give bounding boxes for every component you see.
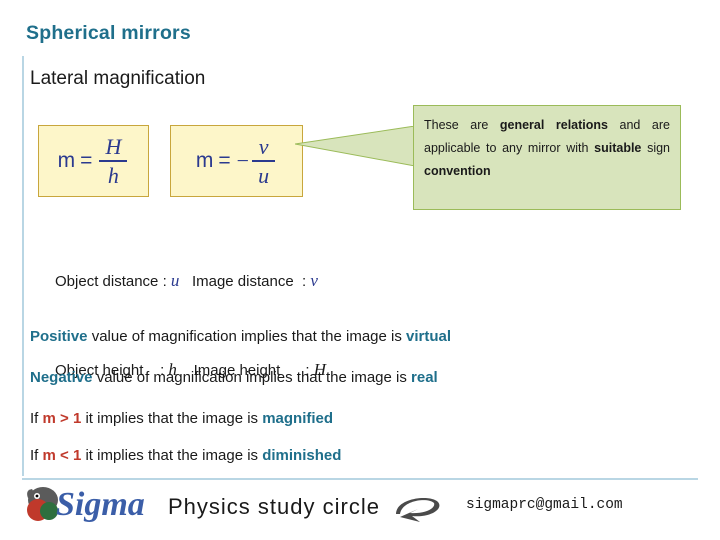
formula-box-magnification-heights: m = H h: [38, 125, 149, 197]
callout-text-3: mirror with: [527, 141, 595, 156]
statement-middle: it implies that the image is: [81, 410, 263, 427]
fraction-denominator: h: [107, 163, 119, 188]
fraction: H h: [99, 133, 128, 188]
formula-content: m = − v u: [171, 126, 302, 196]
formula-equals: =: [80, 149, 93, 172]
fraction-bar: [99, 160, 128, 162]
statement-tail: virtual: [406, 328, 452, 345]
fraction: v u: [252, 133, 276, 188]
statement-middle: it implies that the image is: [81, 447, 263, 464]
formula-expression: m = − v u: [196, 135, 277, 187]
callout-box: These are general relations and are appl…: [413, 105, 681, 210]
statement-lead: If: [30, 410, 43, 427]
formula-minus-sign: −: [236, 148, 250, 173]
statement-m-less-than-one: If m < 1 it implies that the image is di…: [30, 447, 341, 464]
footer-divider: [22, 478, 698, 480]
fraction-bar: [252, 160, 276, 162]
formula-expression: m = H h: [58, 135, 130, 187]
definition-label-object-distance: Object distance: [55, 272, 159, 290]
formula-lhs: m: [57, 149, 76, 172]
formula-equals: =: [218, 149, 231, 172]
fraction-denominator: u: [258, 163, 270, 188]
statement-middle: value of magnification implies that the …: [87, 328, 407, 345]
callout-text-1: These are: [424, 118, 500, 132]
statement-middle: value of magnification implies that the …: [92, 369, 412, 386]
slide: Spherical mirrors Lateral magnification …: [0, 0, 720, 540]
section-subtitle: Lateral magnification: [30, 68, 206, 89]
swoosh-arrow-icon: [396, 498, 440, 522]
left-accent-rule: [22, 56, 24, 476]
fraction-numerator: v: [258, 133, 269, 159]
formula-lhs: m: [195, 149, 214, 172]
statement-lead: If: [30, 447, 43, 464]
statement-tail: magnified: [262, 410, 334, 427]
statement-m-greater-than-one: If m > 1 it implies that the image is ma…: [30, 410, 333, 427]
callout-text-bold-2: suitable: [594, 141, 642, 156]
callout-text-bold-3: convention: [424, 164, 491, 179]
callout-text-bold-1: general relations: [499, 118, 608, 132]
definition-symbol-v: v: [310, 270, 318, 290]
contact-email: sigmaprc@gmail.com: [466, 497, 623, 513]
brand-tagline: Physics study circle: [168, 494, 380, 519]
statement-tail: diminished: [262, 447, 342, 464]
statement-positive-magnification: Positive value of magnification implies …: [30, 328, 451, 345]
statement-tail: real: [411, 369, 438, 386]
formula-box-magnification-distances: m = − v u: [170, 125, 303, 197]
statement-lead: Negative: [30, 369, 93, 386]
page-title: Spherical mirrors: [26, 22, 191, 44]
statement-condition: m < 1: [42, 447, 82, 464]
callout-text-4: sign: [641, 141, 670, 156]
statement-lead: Positive: [30, 328, 88, 345]
formula-content: m = H h: [39, 126, 148, 196]
statement-condition: m > 1: [42, 410, 82, 427]
statement-negative-magnification: Negative value of magnification implies …: [30, 369, 438, 386]
fraction-numerator: H: [105, 133, 122, 159]
definition-row: Object distance : u Image distance : v: [30, 236, 326, 325]
brand-name: Sigma: [56, 486, 145, 523]
definitions-block: Object distance : u Image distance : v O…: [30, 236, 326, 415]
definition-label-image-distance: Image distance: [191, 272, 294, 290]
callout-pointer: [295, 126, 416, 166]
